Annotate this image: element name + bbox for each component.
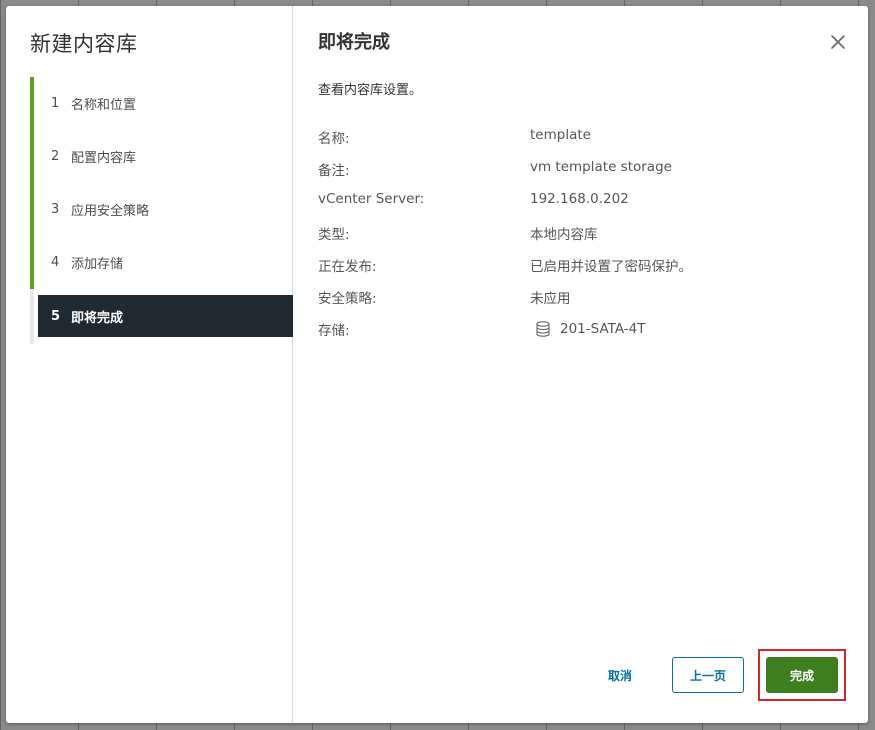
summary-value: 未应用 xyxy=(530,291,571,307)
wizard-content: 即将完成 查看内容库设置。 名称: template 备注: vm templa… xyxy=(293,6,868,723)
summary-value: 本地内容库 xyxy=(530,227,598,243)
step-label: 即将完成 xyxy=(71,310,124,326)
page-title: 即将完成 xyxy=(318,32,390,53)
wizard-sidebar: 新建内容库 1 名称和位置 2 配置内容库 3 应用安全策略 4 添加存储 5 … xyxy=(6,6,293,723)
back-button[interactable]: 上一页 xyxy=(672,657,744,693)
summary-label: vCenter Server: xyxy=(318,191,425,207)
summary-row-storage: 存储: 201-SATA-4T xyxy=(318,319,838,351)
summary-label: 安全策略: xyxy=(318,291,377,307)
summary-list: 名称: template 备注: vm template storage vCe… xyxy=(318,127,838,351)
summary-value: 已启用并设置了密码保护。 xyxy=(530,259,692,275)
close-button[interactable] xyxy=(830,34,846,50)
summary-label: 类型: xyxy=(318,227,350,243)
summary-value: 201-SATA-4T xyxy=(530,321,646,337)
summary-label: 备注: xyxy=(318,163,350,179)
summary-row-security-policy: 安全策略: 未应用 xyxy=(318,287,838,319)
step-number: 2 xyxy=(51,149,60,164)
summary-row-publishing: 正在发布: 已启用并设置了密码保护。 xyxy=(318,255,838,287)
summary-row-notes: 备注: vm template storage xyxy=(318,159,838,191)
summary-value: template xyxy=(530,127,591,143)
step-number: 1 xyxy=(51,96,60,111)
summary-label: 名称: xyxy=(318,131,350,147)
wizard-steps: 1 名称和位置 2 配置内容库 3 应用安全策略 4 添加存储 5 即将完成 xyxy=(30,77,293,344)
cancel-button[interactable]: 取消 xyxy=(582,657,658,693)
summary-value: vm template storage xyxy=(530,159,672,175)
step-label: 配置内容库 xyxy=(71,151,137,166)
step-number: 4 xyxy=(51,255,60,270)
step-ready-to-complete[interactable]: 5 即将完成 xyxy=(38,295,293,337)
summary-row-vcenter: vCenter Server: 192.168.0.202 xyxy=(318,191,838,223)
storage-name: 201-SATA-4T xyxy=(560,321,646,337)
close-icon xyxy=(831,35,845,49)
step-label: 应用安全策略 xyxy=(71,204,150,219)
step-number: 5 xyxy=(51,308,61,324)
wizard-footer: 取消 上一页 完成 xyxy=(582,649,846,701)
summary-row-type: 类型: 本地内容库 xyxy=(318,223,838,255)
step-apply-security-policy[interactable]: 3 应用安全策略 xyxy=(30,183,293,236)
summary-label: 正在发布: xyxy=(318,259,377,275)
step-label: 名称和位置 xyxy=(71,98,137,113)
step-number: 3 xyxy=(51,202,60,217)
finish-button-highlight: 完成 xyxy=(758,649,846,701)
step-add-storage[interactable]: 4 添加存储 xyxy=(30,236,293,289)
summary-value: 192.168.0.202 xyxy=(530,191,629,207)
wizard-title: 新建内容库 xyxy=(30,32,138,56)
step-configure-library[interactable]: 2 配置内容库 xyxy=(30,130,293,183)
database-icon xyxy=(536,321,550,337)
step-name-and-location[interactable]: 1 名称和位置 xyxy=(30,77,293,130)
step-track xyxy=(30,289,34,344)
new-content-library-wizard: 新建内容库 1 名称和位置 2 配置内容库 3 应用安全策略 4 添加存储 5 … xyxy=(6,6,868,723)
page-description: 查看内容库设置。 xyxy=(318,83,423,98)
finish-button[interactable]: 完成 xyxy=(766,657,838,693)
summary-row-name: 名称: template xyxy=(318,127,838,159)
step-label: 添加存储 xyxy=(71,257,124,272)
summary-label: 存储: xyxy=(318,323,350,339)
